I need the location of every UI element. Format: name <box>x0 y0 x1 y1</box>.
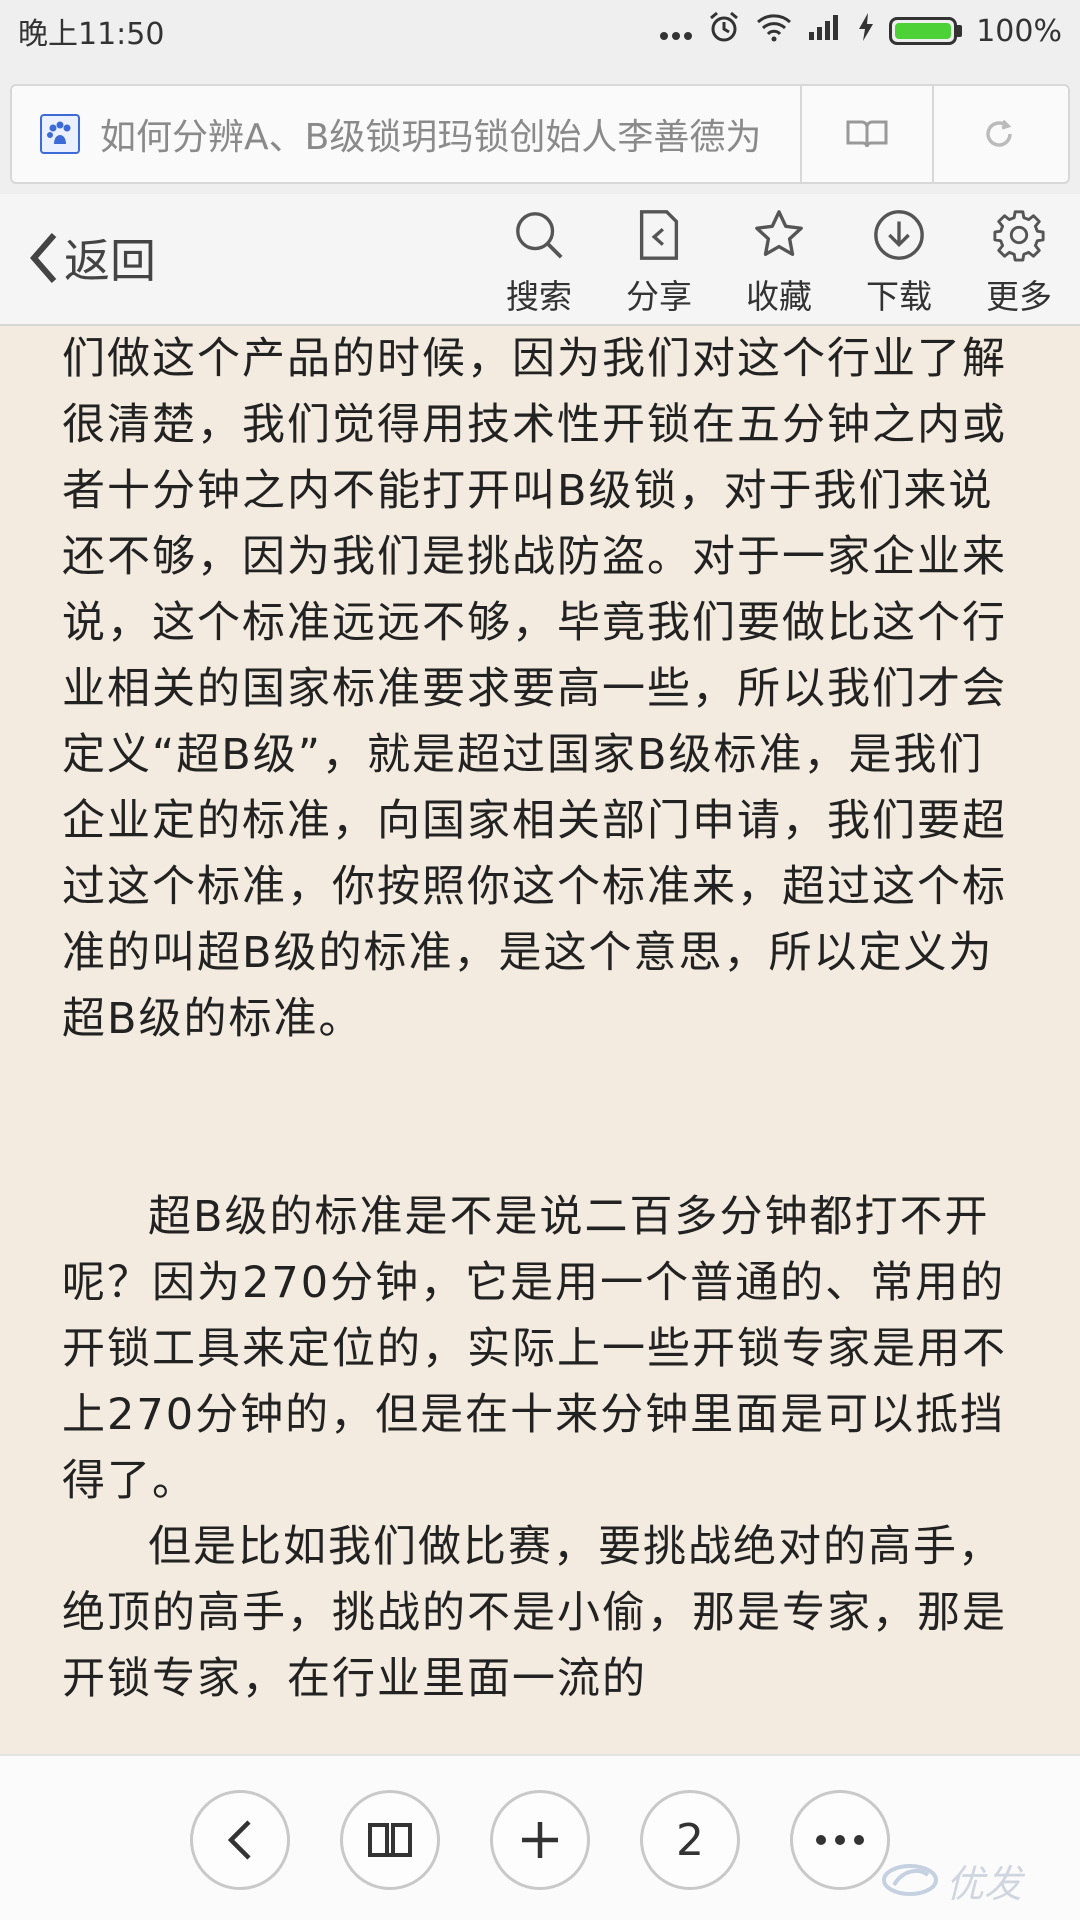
download-icon <box>874 210 924 260</box>
more-button[interactable]: 更多 <box>969 208 1069 318</box>
back-label: 返回 <box>64 234 156 288</box>
share-button[interactable]: 分享 <box>609 208 709 318</box>
tabs-button[interactable]: 2 <box>640 1790 740 1890</box>
chevron-left-icon <box>30 233 57 283</box>
book-icon <box>368 1823 412 1857</box>
reader-mode-button[interactable] <box>802 84 932 184</box>
battery-percent: 100% <box>976 13 1062 49</box>
gear-icon <box>993 210 1045 262</box>
alarm-icon <box>707 10 741 52</box>
status-time: 晚上11:50 <box>18 17 165 52</box>
chevron-left-icon <box>227 1820 251 1860</box>
plus-icon <box>522 1822 558 1858</box>
article-body: 们做这个产品的时候，因为我们对这个行业了解很清楚，我们觉得用技术性开锁在五分钟之… <box>62 326 1022 1754</box>
download-label: 下载 <box>866 277 932 316</box>
article-paragraph-2: 超B级的标准是不是说二百多分钟都打不开呢？因为270分钟，它是用一个普通的、常用… <box>62 1192 1007 1506</box>
url-area: 如何分辨A、B级锁玥玛锁创始人李善德为 <box>0 62 1080 194</box>
toolbar: 返回 搜索 分享 收藏 下载 更多 <box>0 194 1080 326</box>
battery-icon <box>889 17 963 45</box>
bookmarks-button[interactable] <box>340 1790 440 1890</box>
search-label: 搜索 <box>506 277 572 316</box>
page-title[interactable]: 如何分辨A、B级锁玥玛锁创始人李善德为 <box>100 108 800 160</box>
share-icon <box>639 210 679 260</box>
more-label: 更多 <box>986 277 1052 316</box>
share-label: 分享 <box>626 277 692 316</box>
download-button[interactable]: 下载 <box>849 208 949 318</box>
more-dots-icon <box>816 1835 864 1845</box>
status-icons: 100% <box>659 10 1062 52</box>
tab-count: 2 <box>676 1814 704 1866</box>
article-paragraph-1: 们做这个产品的时候，因为我们对这个行业了解很清楚，我们觉得用技术性开锁在五分钟之… <box>62 334 1007 1044</box>
watermark-logo-icon <box>882 1864 938 1896</box>
battery-fill <box>895 23 952 39</box>
watermark: 优发 <box>880 1850 1070 1910</box>
baidu-paw-icon <box>40 114 80 154</box>
url-bar[interactable]: 如何分辨A、B级锁玥玛锁创始人李善德为 <box>10 84 1070 184</box>
article-paragraph-3: 但是比如我们做比赛，要挑战绝对的高手，绝顶的高手，挑战的不是小偷，那是专家，那是… <box>62 1522 1007 1704</box>
charging-icon <box>857 12 875 50</box>
search-button[interactable]: 搜索 <box>489 208 589 318</box>
favorite-label: 收藏 <box>746 277 812 316</box>
menu-button[interactable] <box>790 1790 890 1890</box>
favorite-button[interactable]: 收藏 <box>729 208 829 318</box>
refresh-button[interactable] <box>934 84 1064 184</box>
search-icon <box>516 212 563 259</box>
back-button[interactable]: 返回 <box>28 222 156 294</box>
wifi-icon <box>755 12 793 50</box>
refresh-icon <box>986 119 1012 147</box>
status-bar: 晚上11:50 100% <box>0 0 1080 62</box>
new-tab-button[interactable] <box>490 1790 590 1890</box>
nav-back-button[interactable] <box>190 1790 290 1890</box>
book-icon <box>846 120 888 148</box>
signal-icon <box>807 12 843 50</box>
star-icon <box>755 210 803 256</box>
watermark-text: 优发 <box>946 1861 1023 1906</box>
more-dots-icon <box>659 14 693 49</box>
